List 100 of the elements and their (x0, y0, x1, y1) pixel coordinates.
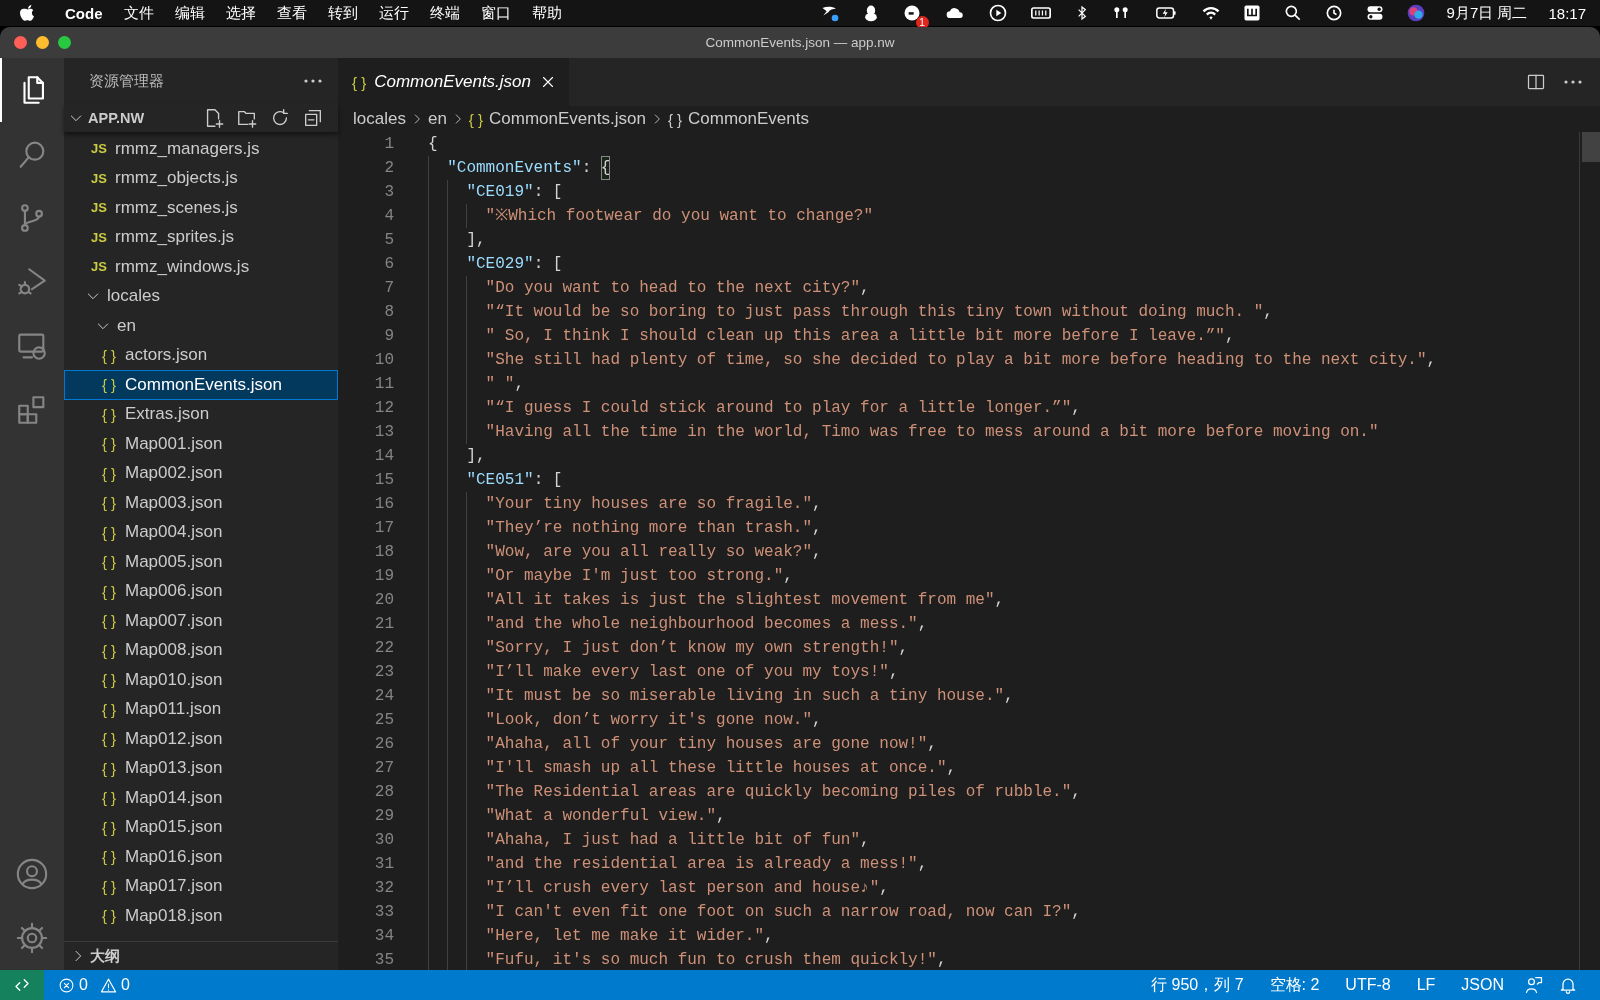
menu-item[interactable]: 查看 (276, 3, 307, 23)
file-item[interactable]: { } Map018.json (64, 901, 338, 931)
punctuation: , (1426, 350, 1437, 371)
more-actions-icon[interactable] (304, 79, 322, 83)
line-number: 28 (373, 782, 394, 803)
window-title: CommonEvents.json — app.nw (705, 35, 895, 50)
string-literal: "Ahaha, all of your tiny houses are gone now!" (485, 734, 928, 755)
warning-icon (99, 976, 117, 994)
line-number: 5 (383, 230, 394, 251)
file-item[interactable]: { } actors.json (64, 340, 338, 370)
feedback-icon[interactable] (1524, 975, 1544, 995)
file-item[interactable]: JS rmmz_objects.js (64, 163, 338, 193)
json-key: "CE019" (466, 180, 534, 204)
file-item[interactable]: { } Map002.json (64, 458, 338, 488)
menu-bar-date[interactable]: 9月7日 周二 (1446, 3, 1528, 23)
menu-item[interactable]: 运行 (378, 3, 409, 23)
siri-icon[interactable] (1405, 3, 1426, 23)
errors-indicator[interactable]: 0 (52, 976, 94, 994)
menu-item[interactable]: 选择 (225, 3, 256, 23)
string-literal: " " (485, 374, 515, 395)
file-item[interactable]: { } Map010.json (64, 665, 338, 695)
app-menu[interactable]: Code (65, 4, 103, 22)
string-literal: "It must be so miserable living in such a tiny house." (485, 686, 1005, 707)
file-item[interactable]: { } Map005.json (64, 547, 338, 577)
settings-icon[interactable] (15, 921, 49, 955)
file-item[interactable]: { } Map016.json (64, 842, 338, 872)
string-literal: "Or maybe I'm just too strong." (485, 566, 784, 587)
apple-icon[interactable] (20, 3, 36, 23)
punctuation: , (812, 542, 822, 563)
line-number: 26 (373, 734, 394, 755)
file-item[interactable]: { } Map001.json (64, 429, 338, 459)
file-item[interactable]: { } Map015.json (64, 812, 338, 842)
file-item[interactable]: { } Map008.json (64, 635, 338, 665)
zoom-button[interactable] (58, 36, 71, 49)
line-number: 10 (373, 350, 394, 371)
status-item[interactable]: UTF-8 (1339, 976, 1397, 994)
line-number: 23 (373, 662, 394, 683)
line-number: 1 (383, 134, 394, 155)
line-number: 15 (373, 470, 394, 491)
folder-item[interactable]: en (64, 311, 338, 341)
breadcrumb[interactable]: { } CommonEvents (667, 109, 809, 129)
string-literal: "Having all the time in the world, Timo was free to mess around a bit more before moving on." (485, 422, 1379, 443)
collapse-all-icon[interactable] (302, 107, 324, 129)
breadcrumb[interactable]: locales (353, 109, 406, 129)
file-item[interactable]: { } Map011.json (64, 694, 338, 724)
punctuation: , (936, 950, 947, 970)
file-item[interactable]: { } Extras.json (64, 399, 338, 429)
close-button[interactable] (14, 36, 27, 49)
line-number: 29 (373, 806, 394, 827)
more-actions-icon[interactable] (1564, 80, 1582, 84)
breadcrumb[interactable]: { } CommonEvents.json (468, 109, 646, 129)
menu-item[interactable]: 转到 (327, 3, 358, 23)
punctuation: , (860, 830, 870, 851)
file-item[interactable]: { } Map013.json (64, 753, 338, 783)
json-file-icon: { } (99, 612, 119, 630)
file-item[interactable]: JS rmmz_windows.js (64, 252, 338, 282)
json-file-icon: { } (99, 346, 119, 364)
punctuation: , (898, 638, 909, 659)
folder-item[interactable]: locales (64, 281, 338, 311)
string-literal: "I’ll make every last one of you my toys!" (485, 662, 889, 683)
account-icon[interactable] (15, 857, 49, 891)
file-item[interactable]: { } Map004.json (64, 517, 338, 547)
remote-button[interactable] (0, 970, 44, 1000)
punctuation: : (581, 158, 593, 179)
menu-item[interactable]: 编辑 (174, 3, 205, 23)
file-item[interactable]: JS rmmz_sprites.js (64, 222, 338, 252)
scrollbar-thumb[interactable] (1582, 132, 1600, 162)
file-item[interactable]: { } Map006.json (64, 576, 338, 606)
line-number: 30 (373, 830, 394, 851)
file-item[interactable]: JS rmmz_scenes.js (64, 193, 338, 223)
line-number: 24 (373, 686, 394, 707)
warnings-indicator[interactable]: 0 (93, 976, 136, 994)
menu-item[interactable]: 终端 (429, 3, 460, 23)
file-item[interactable]: JS rmmz_managers.js (64, 134, 338, 164)
string-literal: "“It would be so boring to just pass through this tiny town without doing much. " (485, 302, 1264, 323)
file-item[interactable]: { } Map017.json (64, 871, 338, 901)
file-item[interactable]: { } Map014.json (64, 783, 338, 813)
folder-section-header[interactable]: APP.NW (64, 104, 338, 132)
status-item[interactable]: 空格: 2 (1263, 974, 1326, 996)
status-item[interactable]: JSON (1455, 976, 1510, 994)
split-editor-icon[interactable] (1526, 72, 1546, 92)
menu-item[interactable]: 窗口 (480, 3, 511, 23)
menu-bar-clock[interactable]: 18:17 (1548, 4, 1586, 22)
menu-item[interactable]: 文件 (123, 3, 154, 23)
file-item[interactable]: { } Map007.json (64, 606, 338, 636)
json-key: "CE029" (466, 252, 534, 276)
file-item[interactable]: { } Map003.json (64, 488, 338, 518)
status-item[interactable]: LF (1410, 976, 1442, 994)
status-item[interactable]: 行 950，列 7 (1145, 974, 1250, 996)
file-item[interactable]: { } CommonEvents.json (64, 370, 338, 400)
minimize-button[interactable] (36, 36, 49, 49)
json-file-icon: { } (99, 671, 119, 689)
punctuation: , (917, 854, 928, 875)
play-icon[interactable] (987, 3, 1008, 23)
editor-tab[interactable]: { } CommonEvents.json (338, 58, 570, 106)
string-literal: "Sorry, I just don’t know my own strength!" (485, 638, 899, 659)
menu-item[interactable]: 帮助 (531, 3, 562, 23)
breadcrumb[interactable]: en (427, 109, 447, 129)
json-file-icon: { } (99, 376, 119, 394)
file-item[interactable]: { } Map012.json (64, 724, 338, 754)
